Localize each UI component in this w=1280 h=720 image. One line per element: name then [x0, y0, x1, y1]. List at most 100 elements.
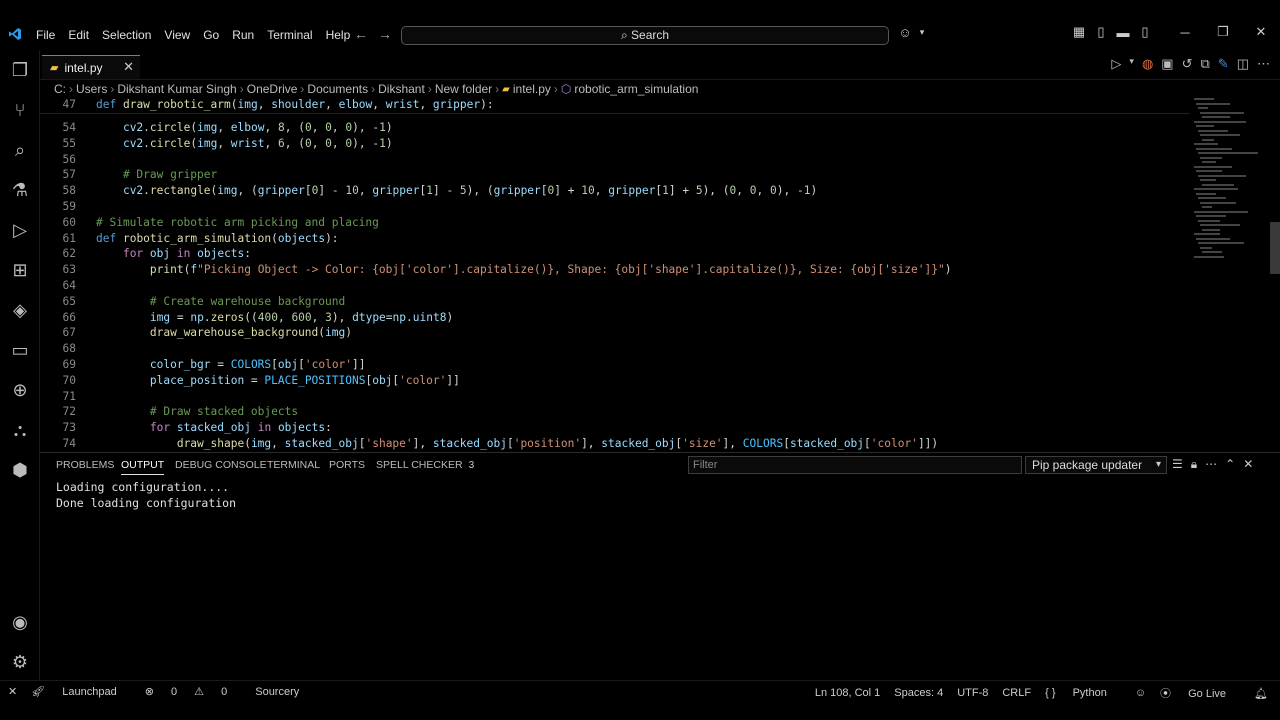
close-panel-icon[interactable]: ✕: [1243, 457, 1253, 472]
code-line[interactable]: 61 def robotic_arm_simulation(objects):: [40, 231, 1190, 247]
tab-spell-checker[interactable]: SPELL CHECKER 3: [376, 459, 474, 471]
hexagon-icon[interactable]: ⬢: [8, 458, 32, 482]
tab-intel-py[interactable]: ▰ intel.py ✕: [42, 55, 140, 79]
split-editor-icon[interactable]: ◫: [1237, 56, 1249, 72]
code-line[interactable]: 58 cv2.rectangle(img, (gripper[0] - 10, …: [40, 183, 1190, 199]
toggle-secondary-sidebar-icon[interactable]: ▯: [1134, 24, 1156, 40]
code-line[interactable]: 63 print(f"Picking Object -> Color: {obj…: [40, 262, 1190, 278]
breadcrumb-item[interactable]: New folder: [435, 82, 492, 96]
chevron-down-icon[interactable]: ▾: [1129, 56, 1134, 72]
encoding[interactable]: UTF-8: [957, 687, 988, 699]
pin-icon[interactable]: ✎: [1218, 56, 1229, 72]
code-line[interactable]: 67 draw_warehouse_background(img): [40, 325, 1190, 341]
code-line[interactable]: 56: [40, 152, 1190, 168]
filter-input[interactable]: Filter: [688, 456, 1022, 474]
source-control-icon[interactable]: ⑂: [8, 98, 32, 122]
tab-ports[interactable]: PORTS: [329, 459, 365, 471]
more-actions-icon[interactable]: ⋯: [1205, 457, 1217, 472]
account-icon[interactable]: ◉: [8, 610, 32, 634]
breadcrumb-item[interactable]: robotic_arm_simulation: [574, 82, 698, 96]
remote-icon[interactable]: ✕: [8, 685, 17, 698]
menu-help[interactable]: Help: [326, 28, 358, 42]
code-line[interactable]: 73 for stacked_obj in objects:: [40, 420, 1190, 436]
extensions-icon[interactable]: ⊞: [8, 258, 32, 282]
code-line[interactable]: 65 # Create warehouse background: [40, 294, 1190, 310]
sourcery-icon[interactable]: ◍: [1142, 56, 1153, 72]
code-line[interactable]: 71: [40, 389, 1190, 405]
toggle-panel-icon[interactable]: ▬: [1112, 25, 1134, 40]
forward-arrow-icon[interactable]: →: [378, 26, 392, 42]
menu-file[interactable]: File: [36, 28, 62, 42]
code-line[interactable]: 55 cv2.circle(img, wrist, 6, (0, 0, 0), …: [40, 136, 1190, 152]
breadcrumb-item[interactable]: Dikshant: [378, 82, 425, 96]
settings-gear-icon[interactable]: ⚙: [8, 650, 32, 674]
breadcrumb-item[interactable]: Documents: [307, 82, 368, 96]
menu-terminal[interactable]: Terminal: [267, 28, 319, 42]
menu-edit[interactable]: Edit: [68, 28, 96, 42]
back-arrow-icon[interactable]: ←: [354, 26, 368, 42]
run-python-icon[interactable]: ▷: [1111, 56, 1121, 72]
code-editor[interactable]: 47 def draw_robotic_arm(img, shoulder, e…: [40, 98, 1190, 450]
sticky-scroll-line[interactable]: 47 def draw_robotic_arm(img, shoulder, e…: [40, 98, 1190, 114]
layers-icon[interactable]: ◈: [8, 298, 32, 322]
tab-problems[interactable]: PROBLEMS: [56, 459, 114, 471]
customize-layout-icon[interactable]: ▦: [1068, 24, 1090, 40]
code-line[interactable]: 68: [40, 341, 1190, 357]
lock-scroll-icon[interactable]: 🔒︎: [1191, 457, 1197, 472]
sourcery-status[interactable]: Sourcery: [255, 686, 299, 698]
notifications-bell-icon[interactable]: 🔔︎: [1254, 687, 1268, 700]
toggle-sidebar-icon[interactable]: ▯: [1090, 24, 1112, 40]
testing-flask-icon[interactable]: ⚗: [8, 178, 32, 202]
explorer-icon[interactable]: ❐: [8, 58, 32, 82]
language-mode[interactable]: { } Python: [1045, 687, 1121, 699]
close-window-icon[interactable]: ✕: [1242, 24, 1280, 40]
close-tab-icon[interactable]: ✕: [123, 59, 134, 75]
maximize-panel-icon[interactable]: ⌃: [1225, 457, 1235, 472]
search-box[interactable]: ⌕ Search: [401, 26, 889, 45]
clear-output-icon[interactable]: ☰: [1172, 457, 1183, 472]
breadcrumb-item[interactable]: Users: [76, 82, 107, 96]
copilot-status-icon[interactable]: ☺: [1135, 687, 1146, 699]
folder-icon[interactable]: ▭: [8, 338, 32, 362]
output-channel-select[interactable]: Pip package updater ▾: [1025, 456, 1167, 474]
code-line[interactable]: 66 img = np.zeros((400, 600, 3), dtype=n…: [40, 310, 1190, 326]
editor-scrollbar[interactable]: [1270, 222, 1280, 274]
menu-go[interactable]: Go: [203, 28, 226, 42]
copilot-icon[interactable]: ☺: [894, 25, 916, 40]
minimap[interactable]: [1190, 98, 1270, 268]
code-line[interactable]: 74 draw_shape(img, stacked_obj['shape'],…: [40, 436, 1190, 450]
preview-icon[interactable]: ▣: [1161, 56, 1173, 72]
tab-terminal[interactable]: TERMINAL: [267, 459, 320, 471]
tab-output[interactable]: OUTPUT: [121, 459, 165, 475]
code-line[interactable]: 54 cv2.circle(img, elbow, 8, (0, 0, 0), …: [40, 120, 1190, 136]
breadcrumb-item[interactable]: intel.py: [513, 82, 551, 96]
code-line[interactable]: 60 # Simulate robotic arm picking and pla…: [40, 215, 1190, 231]
timeline-icon[interactable]: ↺: [1182, 56, 1193, 72]
minimize-icon[interactable]: ─: [1166, 25, 1204, 40]
run-debug-icon[interactable]: ▷: [8, 218, 32, 242]
breadcrumb-item[interactable]: OneDrive: [247, 82, 298, 96]
code-line[interactable]: 57 # Draw gripper: [40, 167, 1190, 183]
code-line[interactable]: 70 place_position = PLACE_POSITIONS[obj[…: [40, 373, 1190, 389]
code-line[interactable]: 62 for obj in objects:: [40, 246, 1190, 262]
problems-indicator[interactable]: ⊗ 0 ⚠ 0: [145, 685, 242, 698]
menu-run[interactable]: Run: [232, 28, 261, 42]
line-ending[interactable]: CRLF: [1002, 687, 1031, 699]
breadcrumb-item[interactable]: C:: [54, 82, 66, 96]
compare-icon[interactable]: ⧉: [1201, 56, 1210, 72]
breadcrumb-item[interactable]: Dikshant Kumar Singh: [117, 82, 236, 96]
search-sidebar-icon[interactable]: ⌕: [8, 138, 32, 162]
tab-debug-console[interactable]: DEBUG CONSOLE: [175, 459, 267, 471]
code-line[interactable]: 59: [40, 199, 1190, 215]
code-line[interactable]: 69 color_bgr = COLORS[obj['color']]: [40, 357, 1190, 373]
restore-icon[interactable]: ❐: [1204, 24, 1242, 40]
indentation[interactable]: Spaces: 4: [894, 687, 943, 699]
remote-explorer-icon[interactable]: ⛬: [8, 418, 32, 442]
cursor-position[interactable]: Ln 108, Col 1: [815, 687, 880, 699]
chevron-down-icon[interactable]: ▾: [916, 27, 928, 38]
code-line[interactable]: 72 # Draw stacked objects: [40, 404, 1190, 420]
go-live[interactable]: ⦿ Go Live: [1160, 685, 1240, 701]
more-actions-icon[interactable]: ⋯: [1257, 56, 1270, 72]
launchpad-item[interactable]: 🚀︎ Launchpad: [31, 685, 130, 698]
code-line[interactable]: 64: [40, 278, 1190, 294]
